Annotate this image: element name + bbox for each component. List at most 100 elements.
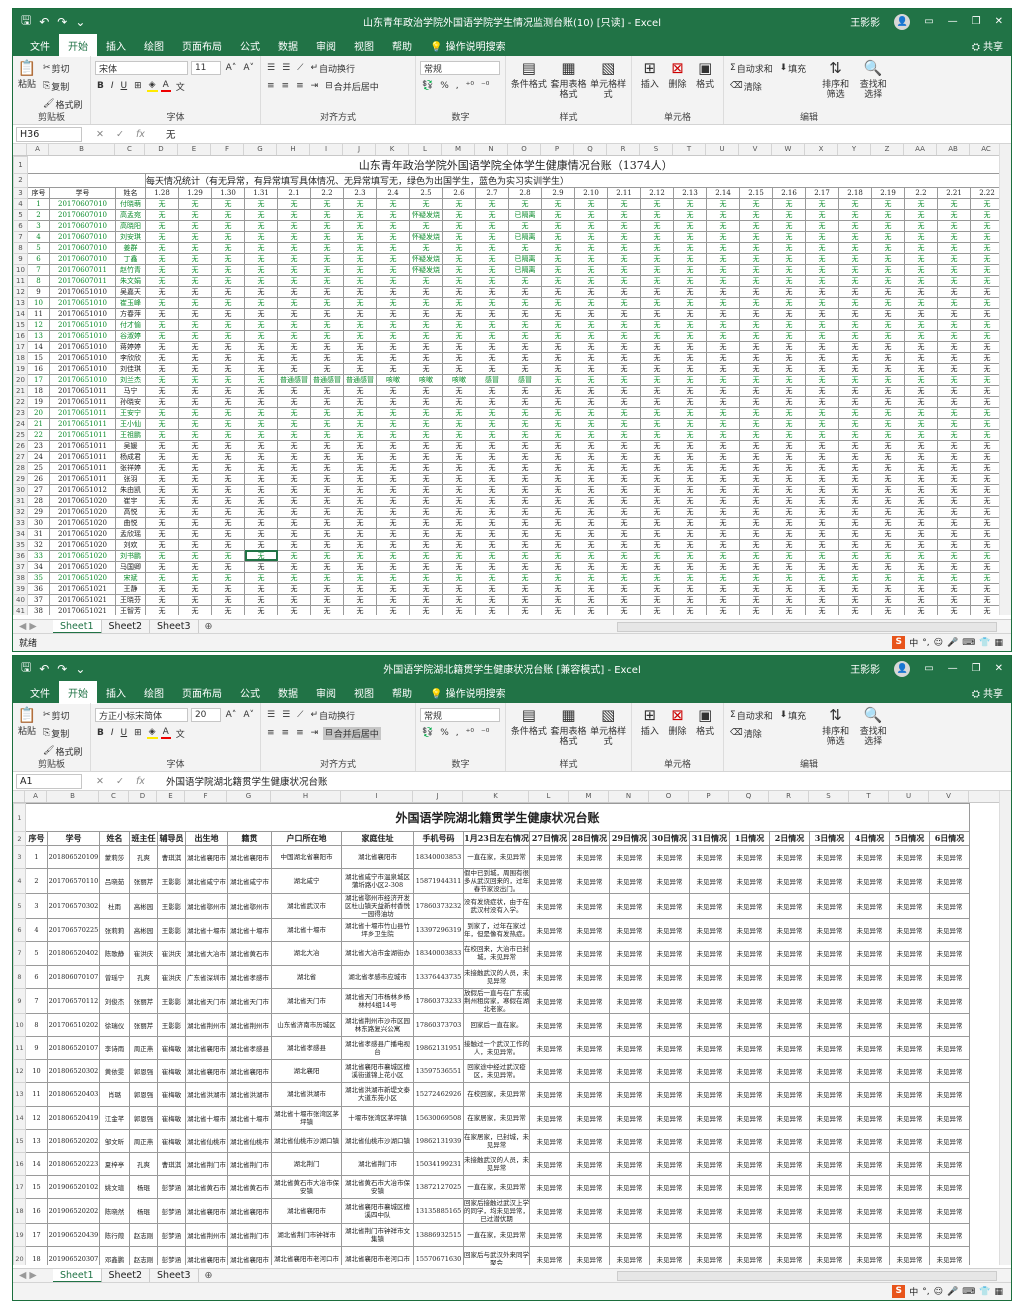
status-cell[interactable]: 无 xyxy=(310,483,344,496)
status-cell[interactable]: 无 xyxy=(343,296,377,309)
cell-csd[interactable]: 湖北省荆州市 xyxy=(185,1012,228,1037)
daily-status[interactable]: 未见异常 xyxy=(929,987,970,1014)
status-cell[interactable]: 无 xyxy=(475,516,509,529)
row-number[interactable]: 8 xyxy=(13,241,28,254)
status-cell[interactable]: 无 xyxy=(475,274,509,287)
status-cell[interactable]: 无 xyxy=(805,296,839,309)
daily-status[interactable]: 未见异常 xyxy=(729,1128,770,1153)
status-cell[interactable]: 无 xyxy=(343,241,377,254)
status-cell[interactable]: 无 xyxy=(805,560,839,573)
status-cell[interactable]: 无 xyxy=(673,505,707,518)
column-header[interactable]: A xyxy=(27,144,49,155)
status-cell[interactable]: 无 xyxy=(442,296,476,309)
status-cell[interactable]: 无 xyxy=(475,604,509,615)
daily-status[interactable]: 未见异常 xyxy=(889,1128,930,1153)
daily-status[interactable]: 未见异常 xyxy=(609,1059,650,1084)
status-cell[interactable]: 无 xyxy=(706,318,740,331)
seq-cell[interactable]: 18 xyxy=(27,384,50,397)
student-name[interactable]: 曲悦 xyxy=(115,516,146,529)
status-cell[interactable]: 无 xyxy=(871,505,905,518)
row-number[interactable]: 25 xyxy=(13,428,28,441)
cell-fdy[interactable]: 曹琪淇 xyxy=(157,1151,186,1177)
status-cell[interactable]: 无 xyxy=(376,483,410,496)
daily-status[interactable]: 未见异常 xyxy=(929,1105,970,1130)
status-cell[interactable]: 无 xyxy=(343,450,377,463)
status-cell[interactable]: 无 xyxy=(805,274,839,287)
student-name[interactable]: 马宁 xyxy=(115,384,146,397)
column-header[interactable]: D xyxy=(129,791,157,802)
student-id[interactable]: 20170651021 xyxy=(49,593,116,606)
daily-status[interactable]: 未见异常 xyxy=(729,1151,770,1177)
status-cell[interactable]: 无 xyxy=(376,494,410,507)
status-cell[interactable]: 无 xyxy=(673,461,707,474)
status-cell[interactable]: 无 xyxy=(838,450,872,463)
status-cell[interactable]: 无 xyxy=(343,538,377,551)
cell-bzr[interactable]: 张丽芹 xyxy=(129,1012,158,1037)
minimize-icon[interactable]: — xyxy=(948,16,958,27)
student-id[interactable]: 20170607010 xyxy=(49,208,116,221)
currency-icon[interactable]: 💱 xyxy=(420,81,435,91)
status-cell[interactable]: 无 xyxy=(904,329,938,342)
daily-status[interactable]: 未见异常 xyxy=(529,1175,570,1200)
daily-status[interactable]: 未见异常 xyxy=(929,1151,970,1177)
row-number[interactable]: 14 xyxy=(13,307,28,320)
status-cell[interactable]: 无 xyxy=(442,340,476,353)
status-cell[interactable]: 无 xyxy=(244,274,278,287)
status-cell[interactable]: 无 xyxy=(211,472,245,485)
daily-status[interactable]: 未见异常 xyxy=(929,844,970,870)
status-cell[interactable]: 无 xyxy=(871,307,905,320)
status-cell[interactable]: 无 xyxy=(838,538,872,551)
status-cell[interactable]: 无 xyxy=(442,307,476,320)
student-name[interactable]: 王静 xyxy=(115,582,146,595)
column-header[interactable]: L xyxy=(409,144,442,155)
status-cell[interactable]: 无 xyxy=(706,549,740,562)
status-cell[interactable]: 无 xyxy=(475,560,509,573)
align-right-icon[interactable]: ≡ xyxy=(294,81,306,91)
status-cell[interactable]: 无 xyxy=(409,241,443,254)
cell-fdy[interactable]: 彭梦涵 xyxy=(157,1198,186,1225)
delete-cells-button[interactable]: ⊠ 删除 xyxy=(664,59,692,111)
status-cell[interactable]: 无 xyxy=(244,516,278,529)
column-title[interactable]: 出生地 xyxy=(185,831,228,846)
daily-status[interactable]: 未见异常 xyxy=(769,1175,810,1200)
cell-id[interactable]: 201806070107 xyxy=(47,964,100,989)
daily-status[interactable]: 未见异常 xyxy=(649,918,690,943)
daily-status[interactable]: 未见异常 xyxy=(569,1059,610,1084)
status-cell[interactable]: 无 xyxy=(178,483,212,496)
status-cell[interactable]: 无 xyxy=(706,307,740,320)
status-cell[interactable]: 无 xyxy=(838,549,872,562)
daily-status[interactable]: 未见异常 xyxy=(689,941,730,966)
status-cell[interactable]: 无 xyxy=(772,285,806,298)
status-cell[interactable]: 无 xyxy=(871,494,905,507)
status-cell[interactable]: 无 xyxy=(475,494,509,507)
cell-hk[interactable]: 中国湖北省襄阳市 xyxy=(271,844,342,870)
status-cell[interactable]: 无 xyxy=(211,527,245,540)
status-cell[interactable]: 无 xyxy=(673,340,707,353)
column-title[interactable]: 户口所在地 xyxy=(271,831,342,846)
redo-icon[interactable]: ↷ xyxy=(57,662,67,676)
status-cell[interactable]: 无 xyxy=(145,450,179,463)
cell-tel[interactable]: 13397296319 xyxy=(413,918,464,943)
status-cell[interactable]: 无 xyxy=(475,461,509,474)
status-cell[interactable]: 无 xyxy=(904,604,938,615)
status-cell[interactable]: 无 xyxy=(244,494,278,507)
status-cell[interactable]: 无 xyxy=(541,340,575,353)
font-name-select[interactable]: 宋体 xyxy=(95,61,188,75)
row-number[interactable]: 8 xyxy=(13,964,26,989)
student-id[interactable]: 20170651011 xyxy=(49,384,116,397)
daily-status[interactable]: 未见异常 xyxy=(769,941,810,966)
daily-status[interactable]: 未见异常 xyxy=(809,1012,850,1037)
status-cell[interactable]: 无 xyxy=(673,483,707,496)
cell-jg[interactable]: 湖北省黄石市 xyxy=(227,941,272,966)
cell-tel[interactable]: 15272462926 xyxy=(413,1082,464,1107)
status-cell[interactable]: 无 xyxy=(508,329,542,342)
status-cell[interactable]: 无 xyxy=(277,483,311,496)
row-number[interactable]: 3 xyxy=(13,186,28,199)
status-cell[interactable]: 无 xyxy=(739,373,773,386)
status-cell[interactable]: 无 xyxy=(376,582,410,595)
status-cell[interactable]: 无 xyxy=(673,263,707,276)
cell-jg[interactable]: 湖北省十堰市 xyxy=(227,918,272,943)
cell-fdy[interactable]: 崔梅敏 xyxy=(157,1059,186,1084)
row-number[interactable]: 2 xyxy=(13,172,28,188)
status-cell[interactable]: 无 xyxy=(277,406,311,419)
